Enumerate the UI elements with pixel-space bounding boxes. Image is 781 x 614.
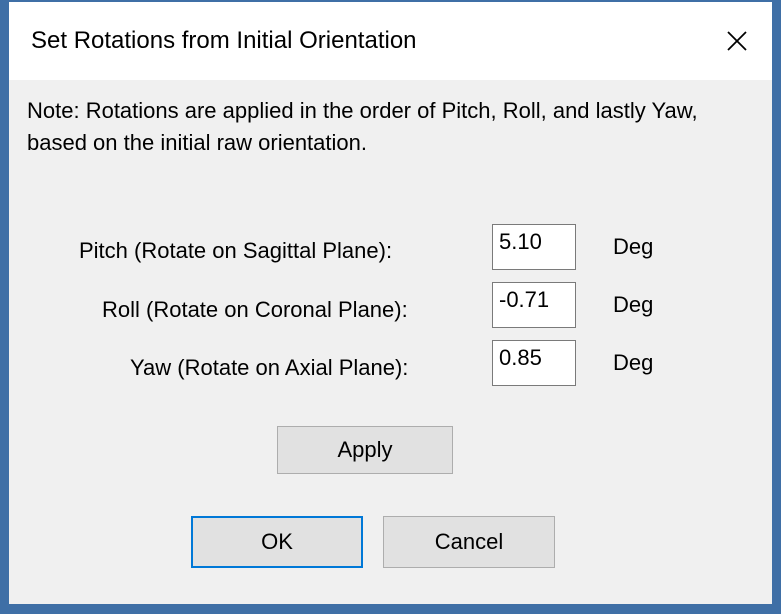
roll-label: Roll (Rotate on Coronal Plane): [102,297,408,322]
yaw-unit: Deg [613,350,654,375]
close-icon [727,31,747,51]
yaw-label: Yaw (Rotate on Axial Plane): [130,355,409,380]
close-button[interactable] [702,2,772,80]
roll-unit: Deg [613,292,654,317]
roll-input[interactable]: -0.71 [492,282,576,328]
yaw-input[interactable]: 0.85 [492,340,576,386]
title-bar: Set Rotations from Initial Orientation [9,2,772,80]
pitch-unit: Deg [613,234,654,259]
cancel-button[interactable]: Cancel [383,516,555,568]
rotation-order-note: Note: Rotations are applied in the order… [27,98,698,155]
apply-button[interactable]: Apply [277,426,453,474]
rotation-dialog: Set Rotations from Initial Orientation N… [0,0,781,614]
pitch-label: Pitch (Rotate on Sagittal Plane): [79,238,393,263]
pitch-input[interactable]: 5.10 [492,224,576,270]
dialog-title: Set Rotations from Initial Orientation [31,27,417,54]
ok-button[interactable]: OK [191,516,363,568]
